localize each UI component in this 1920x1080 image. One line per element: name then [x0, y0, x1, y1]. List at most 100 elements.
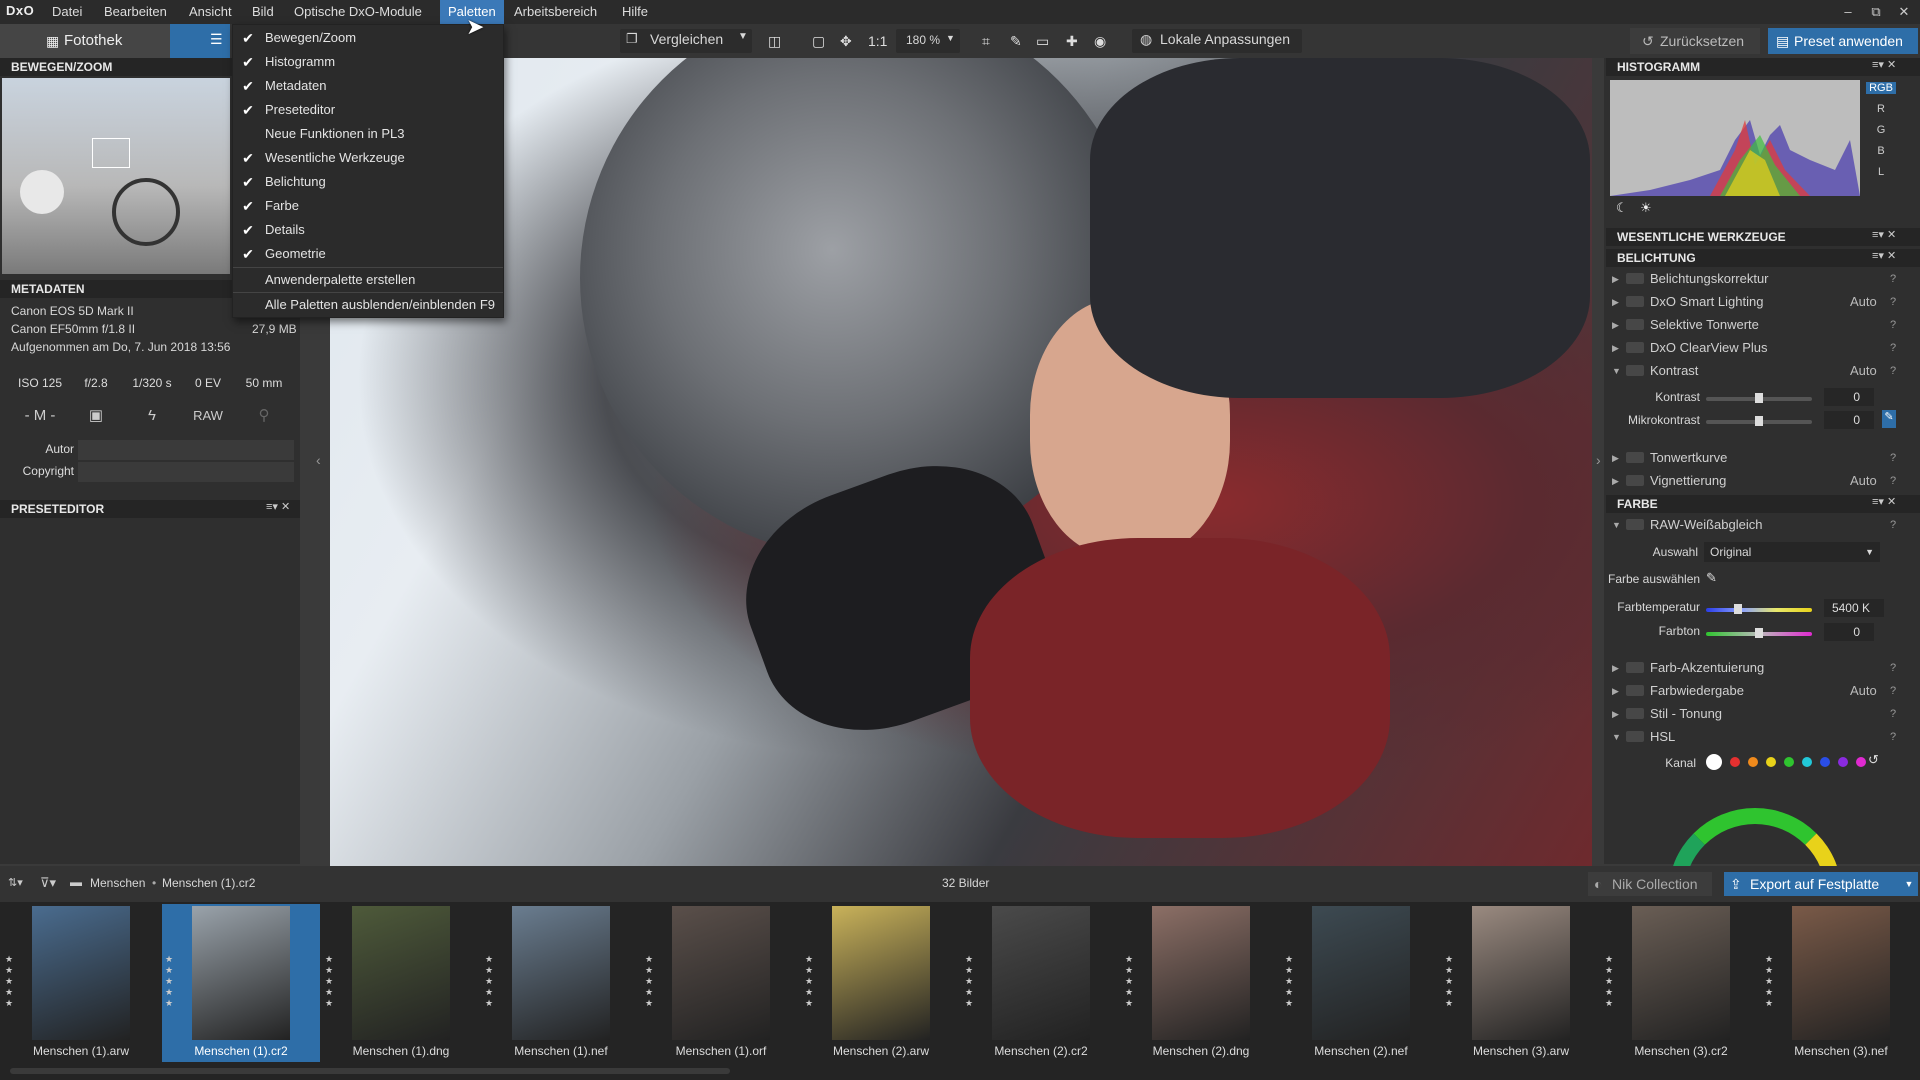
help-icon[interactable]: ?	[1890, 360, 1896, 382]
local-adjustments-button[interactable]: ◍ Lokale Anpassungen	[1132, 29, 1302, 53]
zoom-select[interactable]: 180 % ▼	[896, 29, 960, 53]
channel-g[interactable]: G	[1866, 124, 1896, 136]
menu-option-neue-funktionen[interactable]: Neue Funktionen in PL3	[233, 122, 503, 146]
rating-stars[interactable]: ★ ★ ★ ★ ★	[1765, 954, 1773, 1009]
rating-stars[interactable]: ★ ★ ★ ★ ★	[1605, 954, 1613, 1009]
eyedropper-icon[interactable]: ✎	[1882, 410, 1896, 428]
thumbnail-item[interactable]: ★ ★ ★ ★ ★ Menschen (2).dng	[1122, 904, 1280, 1062]
menu-arbeitsbereich[interactable]: Arbeitsbereich	[506, 0, 605, 24]
filmstrip-scrollbar[interactable]	[10, 1068, 730, 1074]
help-icon[interactable]: ?	[1890, 657, 1896, 679]
tool-smart-lighting[interactable]: ▶ DxO Smart Lighting Auto?	[1604, 291, 1904, 313]
microcontrast-value[interactable]: 0	[1824, 411, 1874, 429]
tool-raw-weissabgleich[interactable]: ▼ RAW-Weißabgleich?	[1604, 514, 1904, 536]
panel-menu-icon[interactable]: ≡▾ ✕	[1872, 228, 1896, 241]
enable-toggle[interactable]	[1626, 342, 1644, 353]
rating-stars[interactable]: ★ ★ ★ ★ ★	[165, 954, 173, 1009]
menu-option-toggle-palettes[interactable]: Alle Paletten ausblenden/einblenden F9	[233, 293, 503, 317]
thumbnail-item[interactable]: ★ ★ ★ ★ ★ Menschen (1).dng	[322, 904, 480, 1062]
channel-rgb[interactable]: RGB	[1866, 82, 1896, 94]
hsl-swatch[interactable]	[1730, 757, 1740, 767]
tool-kontrast[interactable]: ▼ Kontrast Auto?	[1604, 360, 1904, 382]
rating-stars[interactable]: ★ ★ ★ ★ ★	[5, 954, 13, 1009]
tint-value[interactable]: 0	[1824, 623, 1874, 641]
thumbnail-item[interactable]: ★ ★ ★ ★ ★ Menschen (2).arw	[802, 904, 960, 1062]
thumbnail-item[interactable]: ★ ★ ★ ★ ★ Menschen (3).nef	[1762, 904, 1920, 1062]
navigator-thumbnail[interactable]	[2, 78, 230, 274]
hsl-swatch[interactable]	[1784, 757, 1794, 767]
reset-icon[interactable]: ↺	[1868, 752, 1879, 768]
temperature-slider[interactable]	[1706, 608, 1812, 612]
export-button[interactable]: ⇪ Export auf Festplatte	[1724, 872, 1900, 896]
author-field[interactable]	[78, 440, 294, 460]
enable-toggle[interactable]	[1626, 296, 1644, 307]
contrast-value[interactable]: 0	[1824, 388, 1874, 406]
rating-stars[interactable]: ★ ★ ★ ★ ★	[645, 954, 653, 1009]
redeye-icon[interactable]: ◉	[1094, 30, 1106, 52]
menu-option-metadaten[interactable]: ✔ Metadaten	[233, 74, 503, 98]
close-button[interactable]: ✕	[1890, 0, 1918, 24]
enable-toggle[interactable]	[1626, 685, 1644, 696]
tool-selektive-tonwerte[interactable]: ▶ Selektive Tonwerte?	[1604, 314, 1904, 336]
ratio-button[interactable]: 1:1	[868, 30, 887, 52]
hsl-swatch[interactable]	[1820, 757, 1830, 767]
rating-stars[interactable]: ★ ★ ★ ★ ★	[325, 954, 333, 1009]
split-view-icon[interactable]: ◫	[768, 30, 781, 52]
menu-option-details[interactable]: ✔ Details	[233, 218, 503, 242]
tint-slider-handle[interactable]	[1755, 628, 1763, 638]
reset-button[interactable]: ↺ Zurücksetzen	[1630, 28, 1760, 54]
eyedropper-icon[interactable]: ✎	[1010, 30, 1022, 52]
nik-collection-button[interactable]: ◐ Nik Collection	[1588, 872, 1712, 896]
panel-menu-icon[interactable]: ≡▾ ✕	[1872, 249, 1896, 262]
copyright-field[interactable]	[78, 462, 294, 482]
temperature-slider-handle[interactable]	[1734, 604, 1742, 614]
rating-stars[interactable]: ★ ★ ★ ★ ★	[485, 954, 493, 1009]
menu-bild[interactable]: Bild	[244, 0, 282, 24]
menu-option-preseteditor[interactable]: ✔ Preseteditor	[233, 98, 503, 122]
thumbnail-item[interactable]: ★ ★ ★ ★ ★ Menschen (2).cr2	[962, 904, 1120, 1062]
wb-select[interactable]: Original ▼	[1704, 542, 1880, 562]
menu-option-create-palette[interactable]: Anwenderpalette erstellen	[233, 268, 503, 292]
rating-stars[interactable]: ★ ★ ★ ★ ★	[965, 954, 973, 1009]
channel-l[interactable]: L	[1866, 166, 1896, 178]
restore-button[interactable]: ⧉	[1862, 0, 1890, 24]
panel-menu-icon[interactable]: ≡▾ ✕	[266, 500, 290, 513]
tool-clearview[interactable]: ▶ DxO ClearView Plus?	[1604, 337, 1904, 359]
collapse-right-icon[interactable]: ›	[1596, 452, 1601, 468]
menu-option-belichtung[interactable]: ✔ Belichtung	[233, 170, 503, 194]
menu-option-farbe[interactable]: ✔ Farbe	[233, 194, 503, 218]
main-image-viewer[interactable]	[330, 58, 1592, 866]
help-icon[interactable]: ?	[1890, 680, 1896, 702]
rating-stars[interactable]: ★ ★ ★ ★ ★	[1285, 954, 1293, 1009]
menu-datei[interactable]: Datei	[44, 0, 90, 24]
hsl-swatch[interactable]	[1802, 757, 1812, 767]
menu-option-histogramm[interactable]: ✔ Histogramm	[233, 50, 503, 74]
channel-r[interactable]: R	[1866, 103, 1896, 115]
highlight-clip-icon[interactable]: ☀	[1640, 200, 1652, 216]
help-icon[interactable]: ?	[1890, 268, 1896, 290]
panel-menu-icon[interactable]: ≡▾ ✕	[1872, 495, 1896, 508]
enable-toggle[interactable]	[1626, 731, 1644, 742]
hsl-swatch[interactable]	[1766, 757, 1776, 767]
tool-farb-akzentuierung[interactable]: ▶ Farb-Akzentuierung?	[1604, 657, 1904, 679]
help-icon[interactable]: ?	[1890, 703, 1896, 725]
rating-stars[interactable]: ★ ★ ★ ★ ★	[1125, 954, 1133, 1009]
collapse-left-icon[interactable]: ‹	[316, 452, 321, 468]
microcontrast-slider-handle[interactable]	[1755, 416, 1763, 426]
tool-stil-tonung[interactable]: ▶ Stil - Tonung?	[1604, 703, 1904, 725]
tool-tonwertkurve[interactable]: ▶ Tonwertkurve?	[1604, 447, 1904, 469]
sort-icon[interactable]: ⇅▾	[8, 876, 23, 889]
eyedropper-icon[interactable]: ✎	[1706, 570, 1717, 586]
breadcrumb-folder[interactable]: Menschen	[90, 876, 145, 890]
help-icon[interactable]: ?	[1890, 337, 1896, 359]
tool-hsl[interactable]: ▼ HSL?	[1604, 726, 1904, 748]
menu-optische-module[interactable]: Optische DxO-Module	[286, 0, 430, 24]
hsl-swatch[interactable]	[1748, 757, 1758, 767]
minimize-button[interactable]: –	[1834, 0, 1862, 24]
channel-b[interactable]: B	[1866, 145, 1896, 157]
menu-hilfe[interactable]: Hilfe	[614, 0, 656, 24]
tool-vignettierung[interactable]: ▶ Vignettierung Auto?	[1604, 470, 1904, 492]
temperature-value[interactable]: 5400 K	[1824, 599, 1884, 617]
horizon-icon[interactable]: ▭	[1036, 30, 1049, 52]
move-icon[interactable]: ✥	[840, 30, 852, 52]
